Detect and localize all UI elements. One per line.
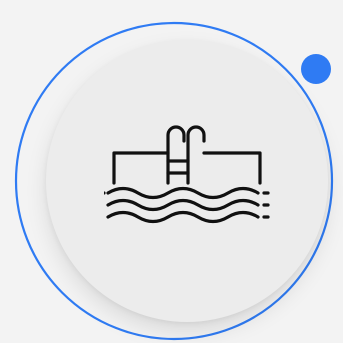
ring-indicator-dot: [301, 54, 331, 84]
feature-badge: [0, 0, 343, 343]
swimming-pool-ladder-icon: [104, 125, 270, 224]
